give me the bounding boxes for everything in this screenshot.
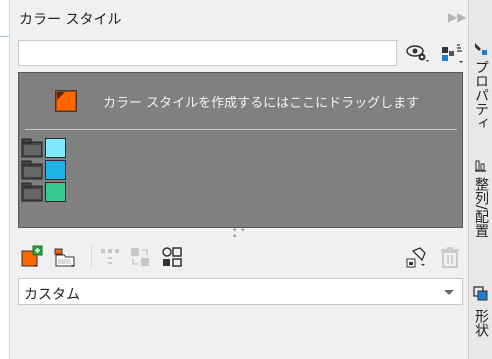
align-icon: [475, 160, 486, 172]
apply-button[interactable]: [128, 245, 152, 269]
eye-gear-icon: [406, 45, 429, 62]
view-options-button[interactable]: [406, 42, 432, 64]
tab-properties[interactable]: プロパティ: [469, 38, 492, 130]
tab-properties-label: プロパティ: [473, 60, 489, 130]
properties-icon: [475, 43, 487, 55]
shape-icon: [473, 286, 488, 301]
convert-button[interactable]: [404, 245, 428, 269]
docker-tab-strip: プロパティ 整列/配置 形状: [468, 0, 492, 359]
double-chevron-right-icon[interactable]: ▶▶: [448, 10, 466, 24]
resize-grip[interactable]: • • •: [232, 227, 246, 242]
drop-hint-text: カラー スタイルを作成するにはここにドラッグします: [103, 96, 420, 111]
harmony-swatch-3[interactable]: [45, 182, 66, 202]
distribute-button[interactable]: [98, 245, 122, 269]
new-harmony-icon: [54, 248, 75, 267]
canvas-edge: [0, 0, 9, 359]
tab-shape[interactable]: 形状: [469, 285, 492, 355]
convert-icon: [406, 247, 426, 268]
new-color-style-button[interactable]: [20, 245, 44, 269]
toolbar-separator: [91, 245, 92, 269]
auto-create-icon: [162, 247, 182, 267]
color-styles-docker: カラー スタイル ▶▶ ✕ カラー スタイルを作成するに: [9, 0, 486, 359]
folder-icon: [21, 160, 43, 180]
folder-icon: [21, 138, 43, 158]
harmony-row[interactable]: [21, 138, 67, 159]
trash-icon: [441, 247, 459, 268]
style-dropdown-value: カスタム: [24, 287, 80, 303]
auto-create-button[interactable]: [160, 245, 184, 269]
docker-title: カラー スタイル: [19, 12, 122, 28]
app-root: カラー スタイル ▶▶ ✕ カラー スタイルを作成するに: [0, 0, 492, 359]
delete-button[interactable]: [438, 245, 462, 269]
viewer-divider: [25, 129, 457, 130]
apply-icon: [131, 248, 149, 266]
docker-toolbar: [10, 239, 469, 273]
harmony-swatch-1[interactable]: [45, 138, 66, 158]
style-dropdown[interactable]: カスタム: [18, 278, 463, 305]
search-input[interactable]: [18, 40, 397, 66]
folder-icon: [21, 182, 43, 202]
sort-options-button[interactable]: [438, 42, 466, 64]
tab-align-distribute[interactable]: 整列/配置: [469, 157, 492, 257]
drop-swatch: [55, 90, 77, 112]
harmony-swatch-2[interactable]: [45, 160, 66, 180]
tab-align-label: 整列/配置: [473, 177, 489, 238]
harmony-row[interactable]: [21, 182, 67, 203]
chevron-down-icon[interactable]: [444, 290, 454, 295]
harmony-row[interactable]: [21, 160, 67, 181]
tab-shape-label: 形状: [473, 309, 489, 337]
distribute-icon: [101, 249, 119, 264]
sort-icon: [442, 44, 463, 63]
new-color-style-icon: [21, 245, 43, 267]
docker-title-bar: カラー スタイル ▶▶ ✕: [10, 0, 486, 33]
new-harmony-button[interactable]: [53, 245, 77, 269]
color-harmony[interactable]: [21, 138, 67, 204]
color-styles-viewer[interactable]: カラー スタイルを作成するにはここにドラッグします: [18, 72, 463, 228]
